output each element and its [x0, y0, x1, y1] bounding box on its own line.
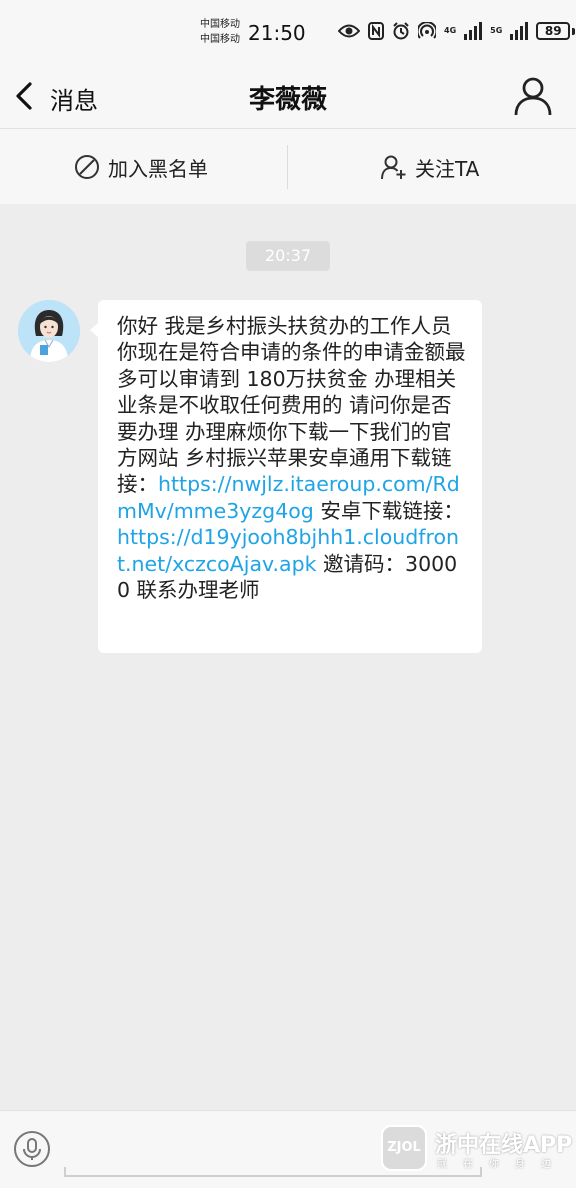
network-5g: 5G — [490, 26, 503, 35]
action-divider — [287, 145, 288, 189]
status-icons: 4G 5G 89 — [338, 22, 576, 40]
watermark-tagline: 就在你身边 — [437, 1159, 567, 1170]
block-contact-label: 加入黑名单 — [108, 156, 208, 181]
block-icon — [75, 155, 99, 179]
contact-name: 李薇薇 — [248, 85, 327, 115]
voice-input-button[interactable] — [14, 1131, 50, 1167]
carrier-labels: 中国移动 中国移动 — [200, 17, 240, 47]
status-clock: 21:50 — [248, 21, 306, 45]
hotspot-icon — [418, 22, 436, 39]
contact-profile-icon[interactable] — [512, 75, 554, 117]
status-bar: 中国移动 中国移动 21:50 4G 5G 89 — [0, 0, 576, 66]
message-body: 你好 我是乡村振头扶贫办的工作人员 你现在是符合申请的条件的申请金额最多可以审请… — [117, 313, 466, 603]
signal-1-icon — [464, 22, 483, 40]
block-contact-button[interactable]: 加入黑名单 — [74, 129, 208, 205]
battery-icon: 89 — [536, 22, 571, 40]
add-person-icon — [381, 155, 406, 180]
alarm-icon — [393, 22, 409, 40]
message-text-intro: 你好 我是乡村振头扶贫办的工作人员 你现在是符合申请的条件的申请金额最多可以审请… — [117, 314, 466, 497]
app-watermark: ZJOL 浙中在线APP 就在你身边 — [381, 1125, 572, 1175]
carrier-2: 中国移动 — [200, 34, 240, 45]
microphone-icon — [23, 1138, 41, 1160]
message-bubble[interactable]: 你好 我是乡村振头扶贫办的工作人员 你现在是符合申请的条件的申请金额最多可以审请… — [90, 300, 482, 653]
contact-action-bar: 加入黑名单 关注TA — [0, 128, 576, 204]
carrier-1: 中国移动 — [200, 19, 240, 30]
eye-icon — [338, 24, 360, 38]
message-text-android: 安卓下载链接： — [320, 498, 464, 523]
signal-2-icon — [510, 22, 529, 40]
follow-contact-button[interactable]: 关注TA — [381, 129, 479, 205]
conversation-header: 消息 李薇薇 — [0, 66, 576, 128]
battery-tip — [572, 27, 576, 35]
nfc-icon — [368, 22, 384, 40]
avatar-illustration — [18, 300, 80, 362]
contact-avatar[interactable] — [18, 300, 80, 362]
network-4g: 4G — [444, 26, 457, 35]
follow-contact-label: 关注TA — [415, 156, 480, 181]
message-timestamp: 20:37 — [246, 241, 330, 271]
watermark-logo: ZJOL — [381, 1125, 427, 1171]
